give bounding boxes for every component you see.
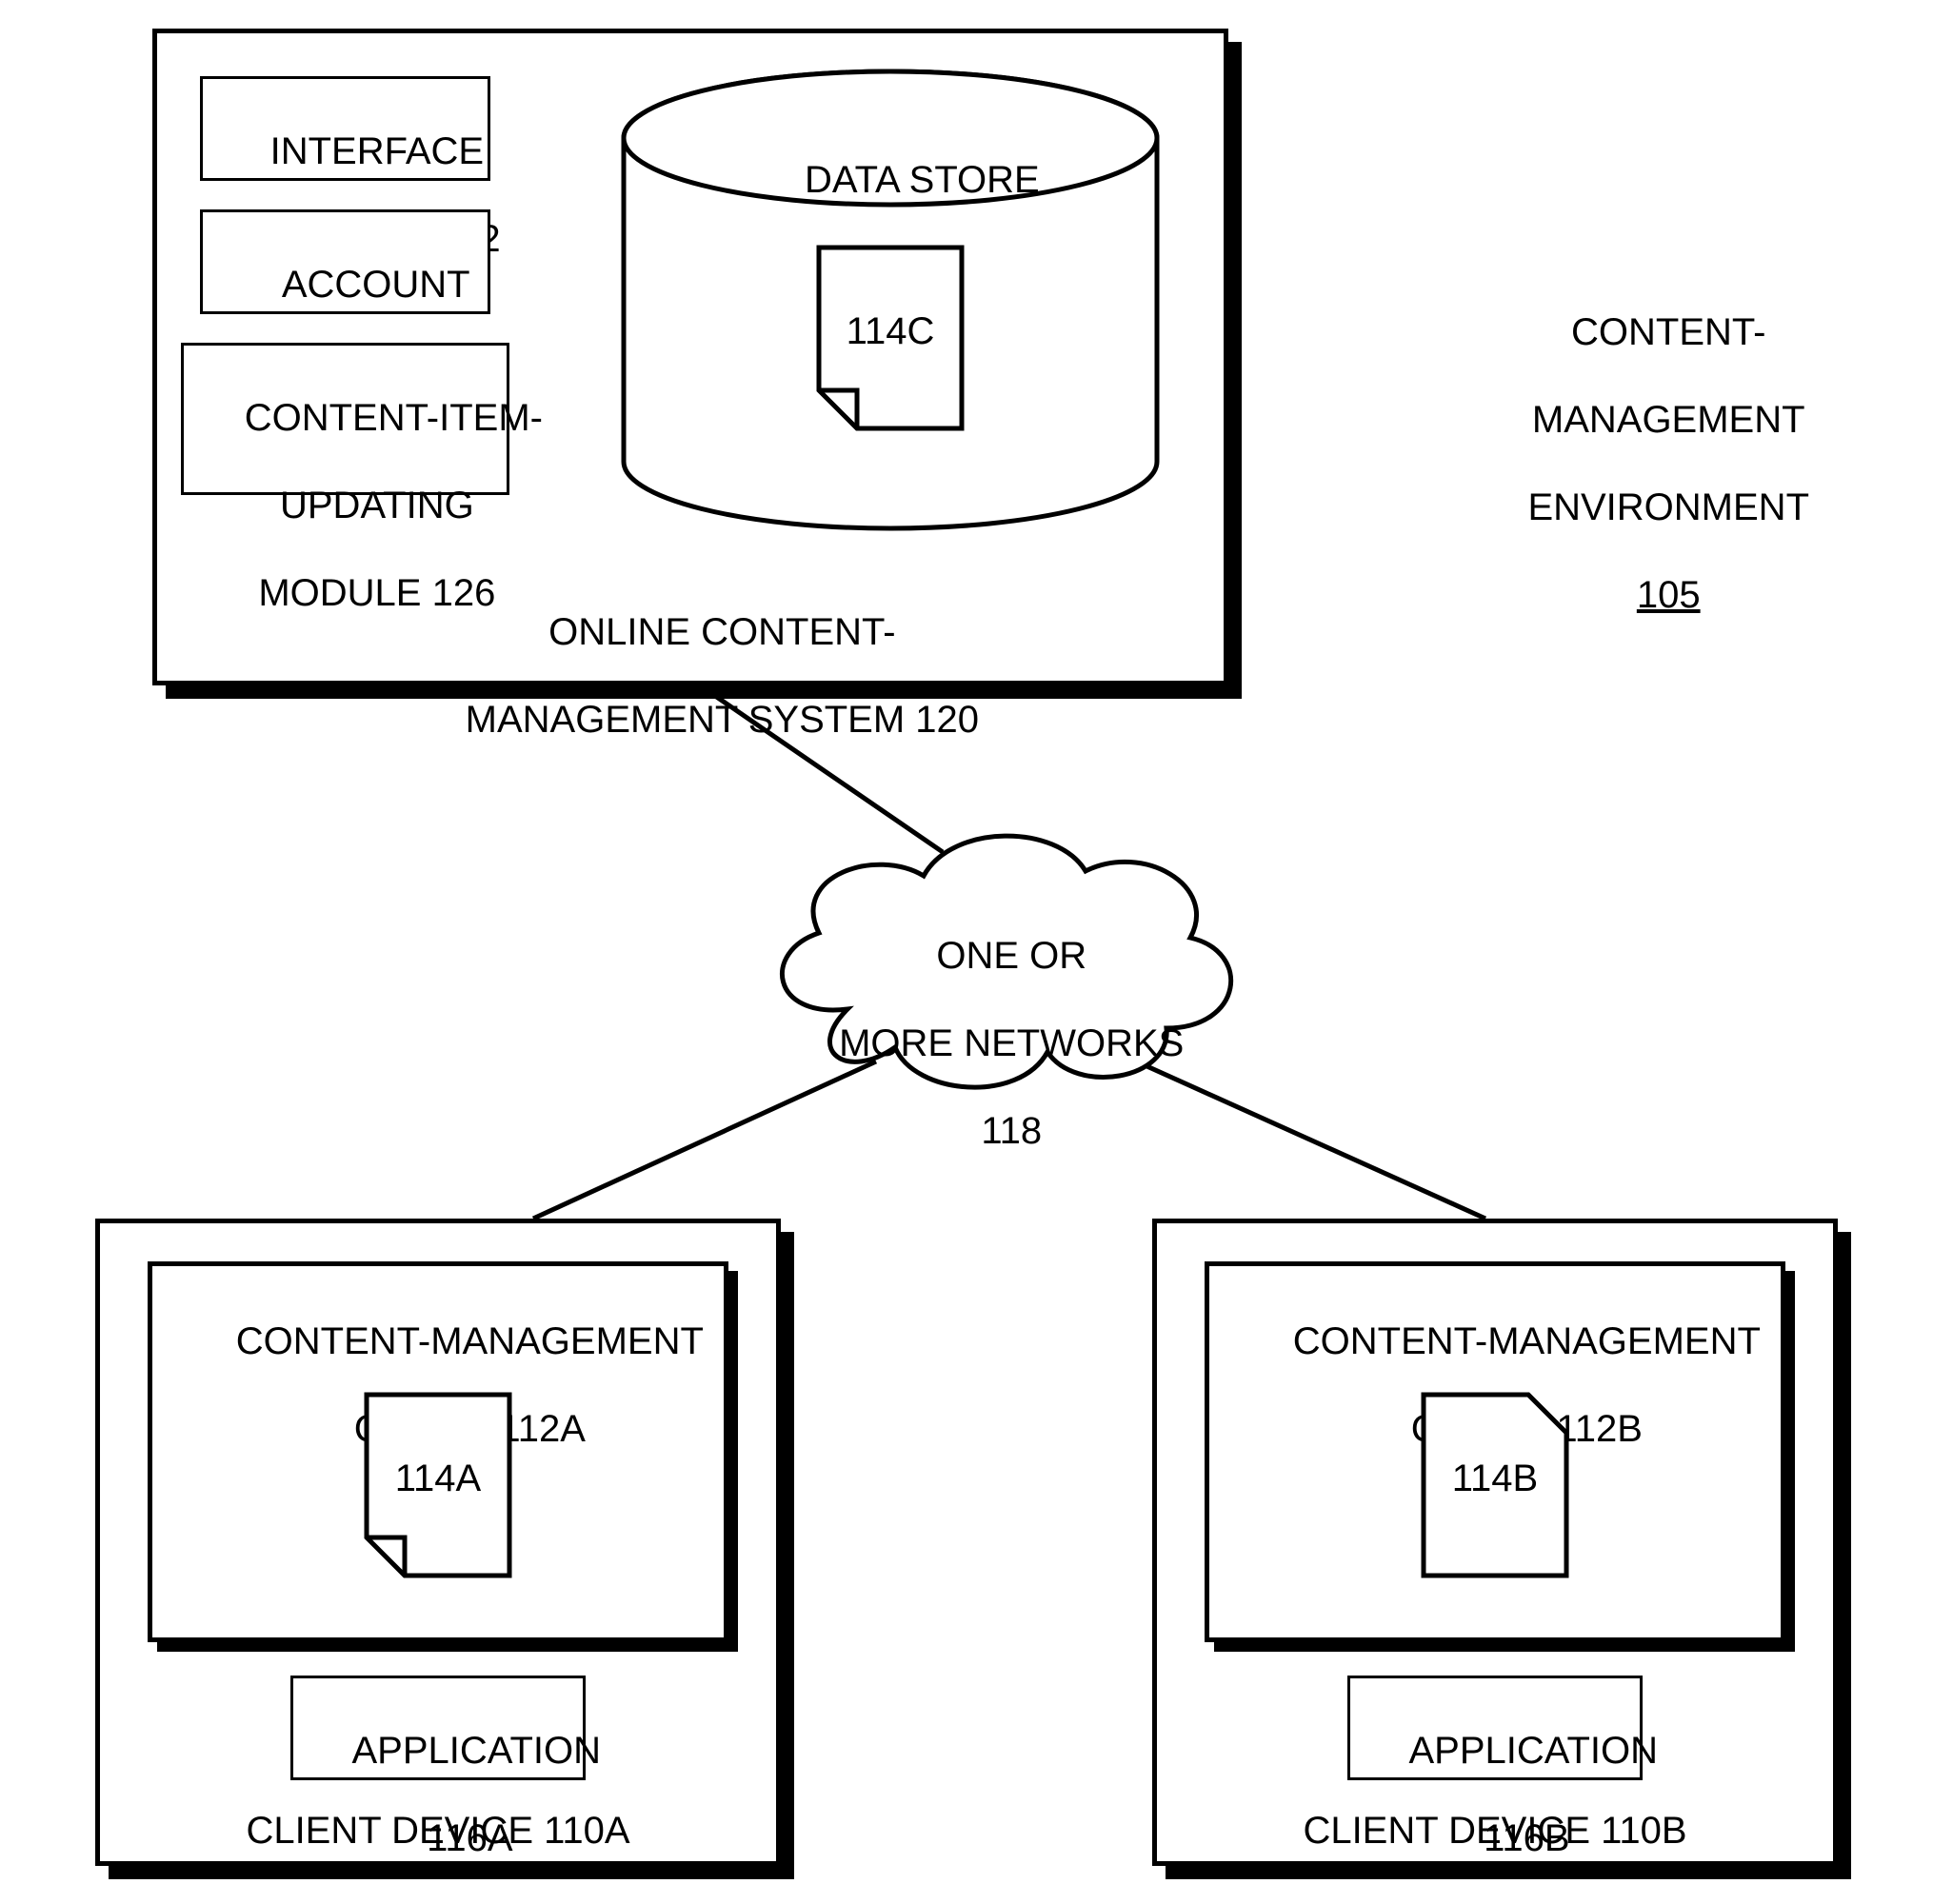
title-ref: 105 [1637,574,1701,616]
client-b-doc-label: 114B [1419,1457,1571,1500]
system-box: INTERFACE MODULE 122 ACCOUNT MODULE 124 … [152,29,1228,685]
client-b-app-label: APPLICATION 116B [1347,1685,1643,1904]
system-caption: ONLINE CONTENT- MANAGEMENT SYSTEM 120 [157,566,1224,785]
diagram-stage: CONTENT- MANAGEMENT ENVIRONMENT 105 INTE… [0,0,1953,1897]
cloud-label: ONE OR MORE NETWORKS 118 [733,890,1247,1197]
title-line1: CONTENT- [1571,311,1765,353]
client-a-box: CONTENT-MANAGEMENT CLIENT 112A 114A APPL… [95,1219,781,1866]
title-line3: ENVIRONMENT [1527,486,1809,528]
client-a-app-label: APPLICATION 116A [290,1685,586,1904]
client-b-caption: CLIENT DEVICE 110B [1157,1809,1833,1853]
client-a-caption: CLIENT DEVICE 110A [100,1809,776,1853]
title-line2: MANAGEMENT [1532,399,1805,441]
environment-title: CONTENT- MANAGEMENT ENVIRONMENT 105 [1438,267,1857,661]
client-a-doc-label: 114A [362,1457,514,1500]
datastore-doc-label: 114C [814,309,967,353]
client-b-box: CONTENT-MANAGEMENT CLIENT 112B 114B APPL… [1152,1219,1838,1866]
